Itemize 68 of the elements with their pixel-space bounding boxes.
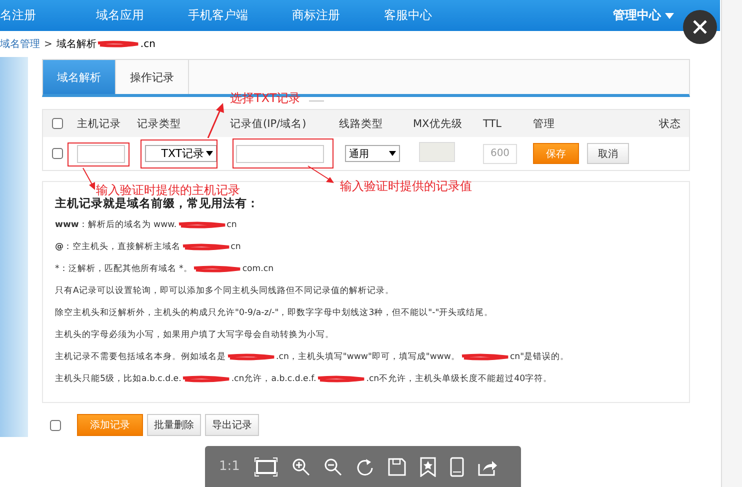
leader-line xyxy=(308,100,324,102)
redaction-mark xyxy=(176,221,227,229)
highlight-box xyxy=(68,142,130,166)
annotation-arrow xyxy=(82,168,95,190)
help-text: 主机头只能5级，比如a.b.c.d.e. .cn允许，a.b.c.d.e.f. .cn不允许，主机头单级长度不能超过40字符。 xyxy=(55,373,554,385)
admin-menu[interactable]: 管理中心 xyxy=(613,7,674,24)
column-header: 记录类型 xyxy=(137,116,182,130)
help-text: @：空主机头，直接解析主域名 cn xyxy=(55,241,242,253)
tablet-icon[interactable] xyxy=(450,456,464,476)
column-header: TTL xyxy=(483,118,502,130)
breadcrumb-separator: > xyxy=(44,38,52,50)
caret-icon xyxy=(665,12,674,18)
annotation-arrow xyxy=(308,166,334,183)
redaction-mark xyxy=(192,265,242,273)
close-button[interactable] xyxy=(683,10,717,44)
zoom-in-icon[interactable] xyxy=(292,458,310,476)
redaction-mark xyxy=(316,375,366,383)
help-text: 主机记录不需要包括域名本身。例如域名是 .cn，主机头填写"www"即可，填写成"www。 cn"是错误的。 xyxy=(55,351,570,363)
redaction-mark xyxy=(460,353,510,361)
redaction-mark xyxy=(181,375,232,383)
nav-link[interactable]: 名注册 xyxy=(0,7,36,24)
row-checkbox[interactable] xyxy=(52,148,62,159)
ttl-input[interactable]: 600 xyxy=(483,144,517,164)
record-value-input[interactable] xyxy=(236,144,324,162)
column-header: 主机记录 xyxy=(76,116,122,130)
save-button[interactable]: 保存 xyxy=(533,143,579,164)
nav-link[interactable]: 域名应用 xyxy=(96,7,144,24)
actual-size-button[interactable]: 1:1 xyxy=(219,459,240,474)
nav-link[interactable]: 客服中心 xyxy=(384,7,432,24)
cancel-button[interactable]: 取消 xyxy=(587,143,629,164)
host-record-input[interactable] xyxy=(77,144,125,162)
redaction-mark xyxy=(96,40,140,48)
select-all-checkbox[interactable] xyxy=(50,420,61,430)
save-icon[interactable] xyxy=(388,458,406,476)
column-header: 线路类型 xyxy=(339,116,384,130)
action-button[interactable]: 添加记录 xyxy=(77,414,143,436)
help-text: www：解析后的域名为 www. cn xyxy=(55,219,238,231)
line-type-select[interactable]: 通用 xyxy=(345,145,400,162)
column-header: MX优先级 xyxy=(413,116,464,130)
annotation-text: 输入验证时提供的主机记录 xyxy=(96,182,240,197)
redaction-mark xyxy=(226,353,276,361)
nav-link[interactable]: 手机客户端 xyxy=(188,7,248,24)
column-header: 记录值(IP/域名) xyxy=(230,116,308,130)
column-header: 管理 xyxy=(533,116,556,130)
nav-link[interactable]: 商标注册 xyxy=(292,7,340,24)
caret-icon xyxy=(206,151,213,156)
caret-icon xyxy=(389,151,396,156)
help-text: 只有A记录可以设置轮询，即可以添加多个同主机头同线路但不同记录值的解析记录。 xyxy=(55,285,395,297)
breadcrumb-link[interactable]: 域名管理 xyxy=(0,37,40,51)
help-title: 主机记录就是域名前缀，常见用法有： xyxy=(55,196,260,211)
rotate-icon[interactable] xyxy=(356,456,374,476)
help-text: 除空主机头和泛解析外，主机头的构成只允许"0-9/a-z/-"，即数字字母中划线这3种，但不能以"-"开头或结尾。 xyxy=(55,307,494,319)
record-type-select[interactable]: TXT记录 xyxy=(145,145,217,162)
fit-screen-icon[interactable] xyxy=(254,456,278,476)
bookmark-star-icon[interactable] xyxy=(420,456,436,476)
column-header: 状态 xyxy=(658,116,682,130)
tab[interactable]: 域名解析 xyxy=(43,60,116,94)
action-button[interactable]: 批量删除 xyxy=(147,414,201,436)
help-text: 主机头的字母必须为小写，如果用户填了大写字母会自动转换为小写。 xyxy=(55,329,335,341)
help-text: *：泛解析，匹配其他所有域名 *。 com.cn xyxy=(55,263,275,275)
annotation-arrow xyxy=(207,103,224,138)
select-all-checkbox[interactable] xyxy=(52,118,62,129)
zoom-out-icon[interactable] xyxy=(324,458,342,476)
breadcrumb-current: 域名解析 .cn xyxy=(56,38,156,51)
close-icon xyxy=(693,20,707,34)
redaction-mark xyxy=(180,243,231,251)
action-button[interactable]: 导出记录 xyxy=(205,414,259,436)
annotation-text: 输入验证时提供的记录值 xyxy=(340,178,472,195)
